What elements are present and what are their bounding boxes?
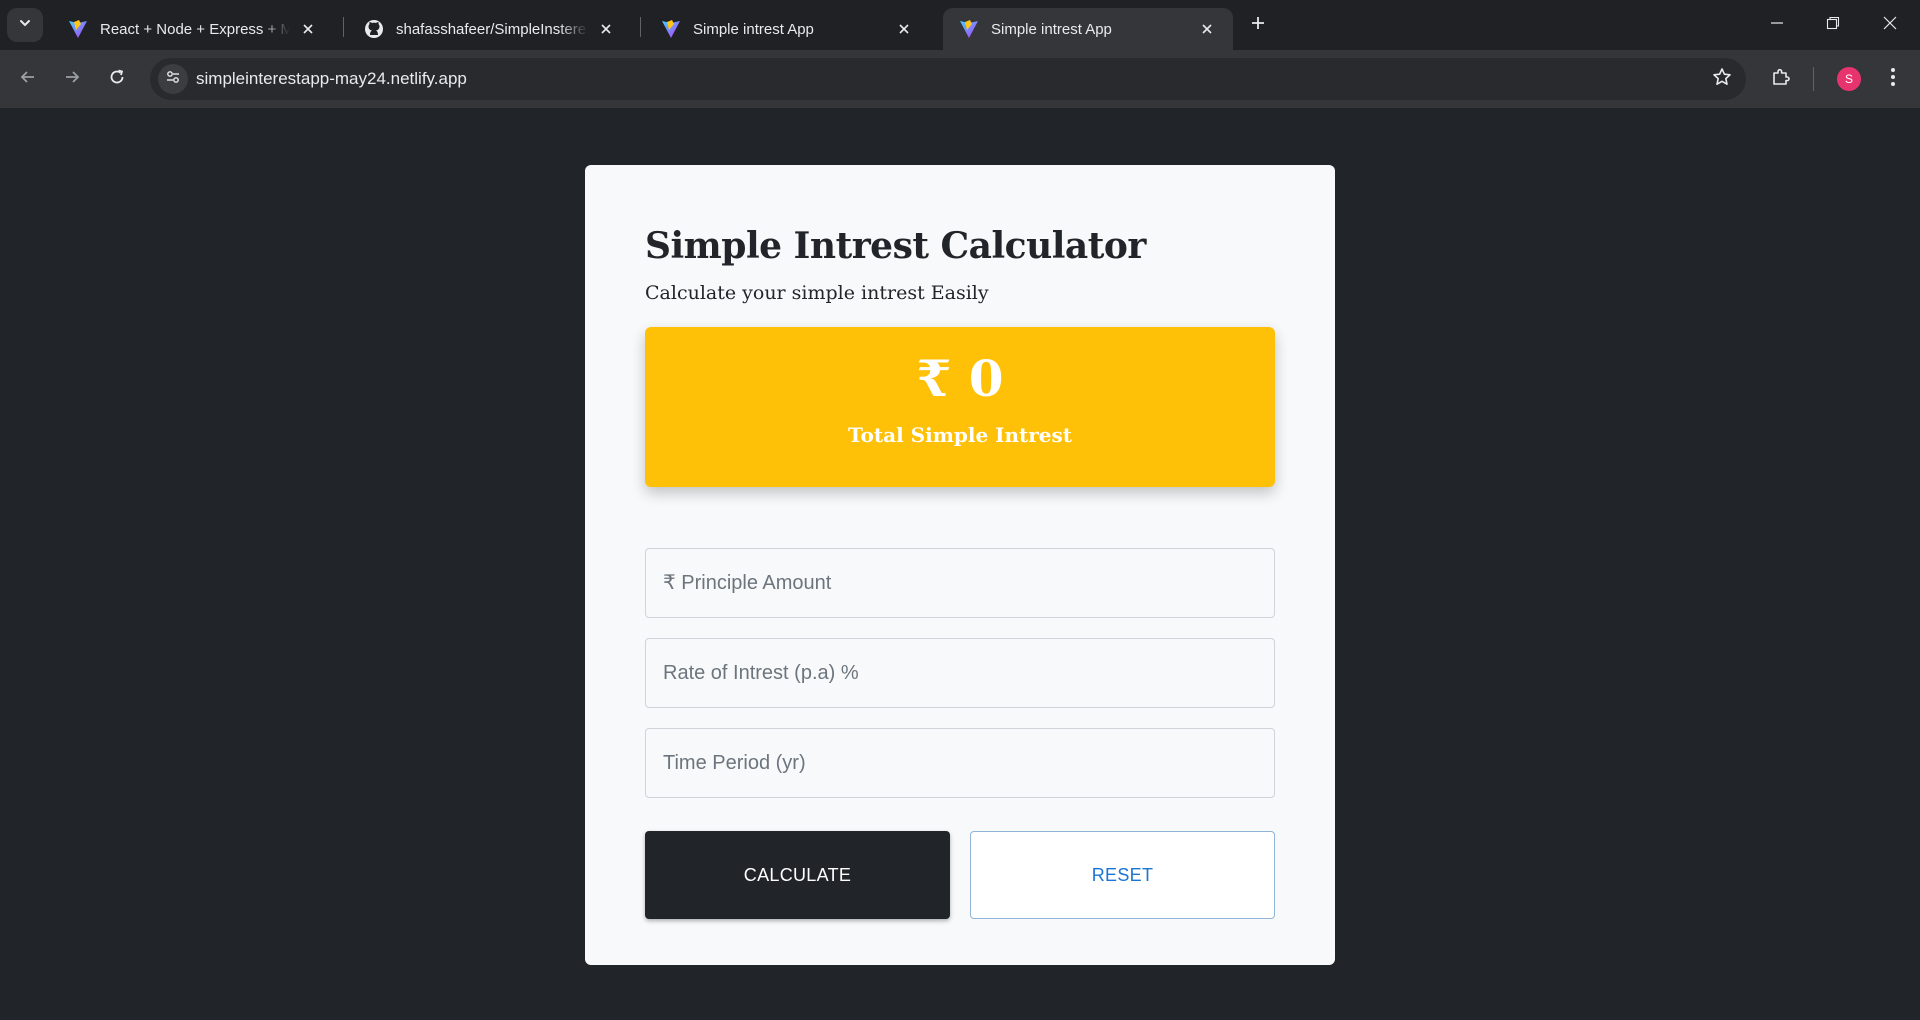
- plus-icon: [1250, 15, 1266, 36]
- vite-icon: [661, 19, 681, 39]
- vite-icon: [68, 19, 88, 39]
- tab-strip: React + Node + Express + MongoDB shafass…: [0, 0, 1920, 50]
- reload-button[interactable]: [101, 63, 133, 95]
- tab-simple-intrest-1[interactable]: Simple intrest App: [645, 8, 930, 50]
- arrow-left-icon: [19, 68, 37, 91]
- forward-button[interactable]: [56, 63, 88, 95]
- close-icon[interactable]: [596, 19, 616, 39]
- minimize-icon: [1770, 16, 1784, 35]
- page-title: Simple Intrest Calculator: [645, 225, 1146, 267]
- github-icon: [364, 19, 384, 39]
- reload-icon: [108, 68, 126, 91]
- restore-icon: [1826, 16, 1840, 35]
- minimize-button[interactable]: [1762, 10, 1792, 40]
- browser-toolbar: simpleinterestapp-may24.netlify.app: [0, 50, 1920, 108]
- tab-title: React + Node + Express + MongoDB: [100, 20, 290, 38]
- tab-separator: [343, 17, 344, 37]
- close-window-button[interactable]: [1875, 10, 1905, 40]
- puzzle-icon: [1771, 67, 1791, 92]
- reset-button[interactable]: RESET: [970, 831, 1275, 919]
- site-info-button[interactable]: [158, 64, 188, 94]
- star-icon: [1712, 67, 1732, 92]
- new-tab-button[interactable]: [1244, 11, 1272, 39]
- tab-react-node[interactable]: React + Node + Express + MongoDB: [52, 8, 334, 50]
- bookmark-button[interactable]: [1710, 67, 1734, 91]
- tab-title: Simple intrest App: [991, 20, 1112, 38]
- back-button[interactable]: [12, 63, 44, 95]
- restore-button[interactable]: [1818, 10, 1848, 40]
- tab-simple-intrest-active[interactable]: Simple intrest App: [943, 8, 1233, 50]
- page-subtitle: Calculate your simple intrest Easily: [645, 282, 989, 304]
- vite-icon: [959, 19, 979, 39]
- tab-search-button[interactable]: [7, 8, 43, 42]
- tab-title: Simple intrest App: [693, 20, 814, 38]
- principle-amount-input[interactable]: [645, 548, 1275, 618]
- page-viewport: Simple Intrest Calculator Calculate your…: [0, 108, 1920, 1020]
- close-icon[interactable]: [894, 19, 914, 39]
- chevron-down-icon: [18, 16, 32, 35]
- address-bar[interactable]: simpleinterestapp-may24.netlify.app: [150, 58, 1746, 100]
- profile-avatar[interactable]: S: [1837, 67, 1861, 91]
- time-period-input[interactable]: [645, 728, 1275, 798]
- calculate-button[interactable]: CALCULATE: [645, 831, 950, 919]
- toolbar-separator: [1813, 67, 1814, 91]
- tab-github[interactable]: shafasshafeer/SimpleInsterestApp: [348, 8, 632, 50]
- more-vertical-icon: [1890, 67, 1896, 92]
- browser-menu-button[interactable]: [1877, 63, 1909, 95]
- result-label: Total Simple Intrest: [847, 423, 1073, 447]
- result-amount: ₹ 0: [916, 349, 1004, 408]
- rate-of-intrest-input[interactable]: [645, 638, 1275, 708]
- tab-title: shafasshafeer/SimpleInsterestApp: [396, 20, 588, 38]
- calculator-card: Simple Intrest Calculator Calculate your…: [585, 165, 1335, 965]
- result-panel: ₹ 0 Total Simple Intrest: [645, 327, 1275, 487]
- close-icon[interactable]: [1197, 19, 1217, 39]
- arrow-right-icon: [63, 68, 81, 91]
- tune-icon: [165, 69, 181, 90]
- extensions-button[interactable]: [1765, 63, 1797, 95]
- url-text: simpleinterestapp-may24.netlify.app: [196, 69, 467, 88]
- close-icon[interactable]: [298, 19, 318, 39]
- tab-separator: [640, 17, 641, 37]
- close-icon: [1883, 16, 1897, 35]
